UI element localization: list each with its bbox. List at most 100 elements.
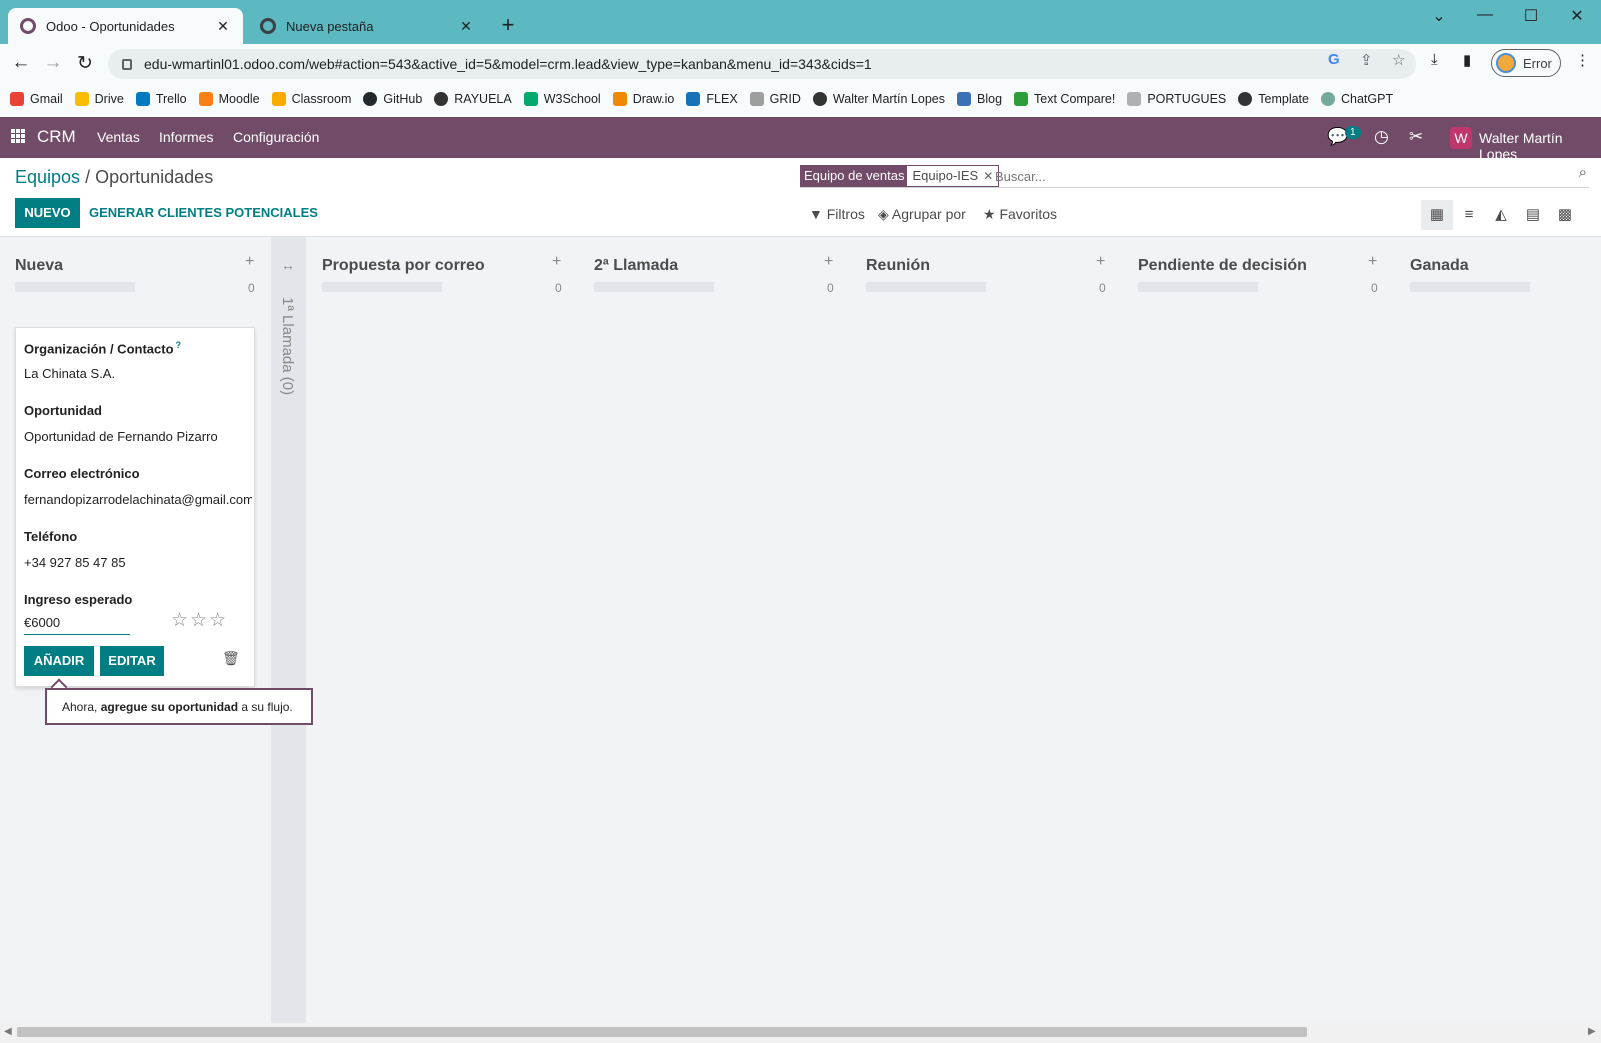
new-button[interactable]: NUEVO xyxy=(15,198,80,228)
generate-leads-button[interactable]: GENERAR CLIENTES POTENCIALES xyxy=(89,205,318,220)
search-icon[interactable]: ⌕ xyxy=(1579,164,1587,181)
column-add-icon[interactable]: + xyxy=(1368,253,1377,271)
scroll-left-icon[interactable]: ◀ xyxy=(4,1026,12,1037)
user-avatar[interactable]: W xyxy=(1450,127,1472,149)
more-menu-icon[interactable]: ⋮ xyxy=(1575,51,1590,69)
debug-tools-icon[interactable]: ✂ xyxy=(1409,127,1423,147)
column-count: 0 xyxy=(1371,281,1378,295)
bookmark-template[interactable]: Template xyxy=(1238,92,1309,106)
tab-title: Nueva pestaña xyxy=(286,18,374,34)
org-label: Organización / Contacto? xyxy=(24,340,182,357)
bookmark-chatgpt[interactable]: ChatGPT xyxy=(1321,92,1393,106)
filters-button[interactable]: ▼ Filtros xyxy=(809,206,865,222)
group-by-button[interactable]: ◈ Agrupar por xyxy=(878,206,966,223)
tab-title: Odoo - Oportunidades xyxy=(46,18,175,34)
column-title-reunion[interactable]: Reunión xyxy=(866,257,930,275)
menu-informes[interactable]: Informes xyxy=(159,129,213,145)
scrollbar-thumb[interactable] xyxy=(17,1027,1307,1037)
bookmark-walter[interactable]: Walter Martín Lopes xyxy=(812,92,945,106)
list-view-icon[interactable]: ≡ xyxy=(1453,200,1485,230)
star-icon[interactable]: ☆ xyxy=(171,610,190,631)
trash-icon[interactable]: 🗑 xyxy=(222,650,240,667)
graph-view-icon[interactable]: ◭ xyxy=(1485,200,1517,230)
bookmark-star-icon[interactable]: ☆ xyxy=(1392,51,1405,69)
phone-field[interactable]: +34 927 85 47 85 xyxy=(24,555,252,570)
kanban-view-icon[interactable]: ▦ xyxy=(1421,200,1453,230)
bookmark-moodle[interactable]: Moodle xyxy=(198,92,260,106)
bookmark-classroom[interactable]: Classroom xyxy=(271,92,351,106)
bookmark-gmail[interactable]: Gmail xyxy=(10,92,63,106)
download-icon[interactable]: ⤓ xyxy=(1431,51,1438,68)
reload-icon[interactable]: ↻ xyxy=(73,52,97,75)
apps-menu-icon[interactable] xyxy=(11,129,25,143)
user-menu[interactable]: Walter Martín Lopes xyxy=(1479,130,1601,162)
profile-button[interactable]: Error xyxy=(1491,49,1561,77)
grid-icon xyxy=(749,92,764,106)
bookmark-blog[interactable]: Blog xyxy=(957,92,1002,106)
bookmark-trello[interactable]: Trello xyxy=(135,92,187,106)
search-input[interactable] xyxy=(995,166,1525,186)
column-title-2a-llamada[interactable]: 2ª Llamada xyxy=(594,257,678,275)
star-icon[interactable]: ☆ xyxy=(209,610,228,631)
bookmark-w3school[interactable]: W3School xyxy=(523,92,601,106)
share-icon[interactable]: ⇪ xyxy=(1360,51,1373,69)
column-title-pendiente[interactable]: Pendiente de decisión xyxy=(1138,257,1307,275)
horizontal-scrollbar[interactable]: ◀ ▶ xyxy=(0,1023,1601,1043)
bookmark-flex[interactable]: FLEX xyxy=(686,92,738,106)
column-add-icon[interactable]: + xyxy=(1096,253,1105,271)
priority-stars[interactable]: ☆☆☆ xyxy=(171,609,228,632)
column-add-icon[interactable]: + xyxy=(552,253,561,271)
breadcrumb-separator: / xyxy=(85,167,91,187)
quick-create-card: Organización / Contacto? La Chinata S.A.… xyxy=(15,327,255,687)
globe-icon xyxy=(812,92,827,106)
globe-icon xyxy=(434,92,449,106)
column-title-nueva[interactable]: Nueva xyxy=(15,257,63,275)
column-title-propuesta[interactable]: Propuesta por correo xyxy=(322,257,485,275)
edit-button[interactable]: EDITAR xyxy=(100,646,164,676)
bookmark-portugues[interactable]: PORTUGUES xyxy=(1127,92,1226,106)
forward-icon[interactable]: → xyxy=(41,52,65,74)
org-field[interactable]: La Chinata S.A. xyxy=(24,366,252,381)
star-icon[interactable]: ☆ xyxy=(190,610,209,631)
column-add-icon[interactable]: + xyxy=(824,253,833,271)
tab-search-icon[interactable]: ⌄ xyxy=(1416,6,1462,26)
minimize-icon[interactable]: — xyxy=(1462,6,1508,24)
menu-configuracion[interactable]: Configuración xyxy=(233,129,319,145)
browser-tab-new[interactable]: Nueva pestaña ✕ xyxy=(248,8,486,44)
close-tab-icon[interactable]: ✕ xyxy=(215,18,231,35)
bookmark-rayuela[interactable]: RAYUELA xyxy=(434,92,512,106)
menu-ventas[interactable]: Ventas xyxy=(97,129,140,145)
bookmark-drawio[interactable]: Draw.io xyxy=(612,92,674,106)
facet-label: Equipo de ventas xyxy=(801,166,908,186)
bookmark-github[interactable]: GitHub xyxy=(363,92,422,106)
calendar-view-icon[interactable]: ▤ xyxy=(1517,200,1549,230)
back-icon[interactable]: ← xyxy=(9,52,33,74)
browser-tab-odoo[interactable]: Odoo - Oportunidades ✕ xyxy=(8,8,243,44)
github-icon xyxy=(363,92,378,106)
google-icon[interactable]: G xyxy=(1328,51,1340,68)
bookmark-text-compare[interactable]: Text Compare! xyxy=(1014,92,1115,106)
breadcrumb-equipos[interactable]: Equipos xyxy=(15,167,80,187)
bookmark-grid[interactable]: GRID xyxy=(749,92,801,106)
opp-field[interactable]: Oportunidad de Fernando Pizarro xyxy=(24,429,252,444)
bookmark-drive[interactable]: Drive xyxy=(74,92,124,106)
revenue-field[interactable]: €6000 xyxy=(24,615,130,635)
favorites-button[interactable]: ★ Favoritos xyxy=(983,206,1057,223)
activity-clock-icon[interactable]: ◷ xyxy=(1374,127,1389,147)
app-brand[interactable]: CRM xyxy=(37,127,76,147)
close-tab-icon[interactable]: ✕ xyxy=(458,18,474,35)
add-button[interactable]: AÑADIR xyxy=(24,646,94,676)
side-panel-icon[interactable]: ▮ xyxy=(1463,51,1471,69)
url-field[interactable]: edu-wmartinl01.odoo.com/web#action=543&a… xyxy=(108,49,1416,79)
email-field[interactable]: fernandopizarrodelachinata@gmail.com xyxy=(24,492,252,507)
pivot-view-icon[interactable]: ▩ xyxy=(1549,200,1581,230)
folded-column[interactable]: ↔ 1ª Llamada (0) xyxy=(271,237,306,1023)
column-count: 0 xyxy=(555,281,562,295)
new-tab-icon[interactable]: + xyxy=(496,12,520,38)
window-close-icon[interactable]: ✕ xyxy=(1554,6,1600,26)
help-tooltip-icon[interactable]: ? xyxy=(176,340,182,350)
scroll-right-icon[interactable]: ▶ xyxy=(1588,1026,1596,1037)
maximize-icon[interactable]: ☐ xyxy=(1508,6,1554,26)
column-add-icon[interactable]: + xyxy=(245,253,254,271)
column-title-ganada[interactable]: Ganada xyxy=(1410,257,1469,275)
